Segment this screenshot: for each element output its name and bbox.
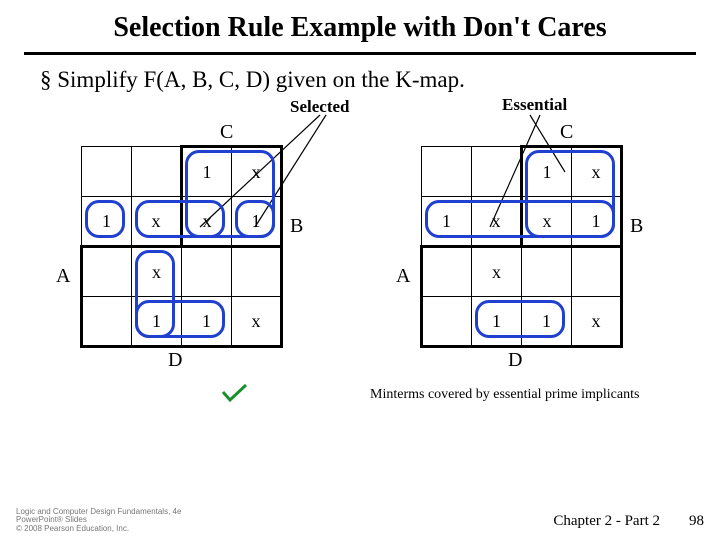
cell-r-2-0 bbox=[422, 247, 472, 297]
var-b-left: B bbox=[290, 215, 303, 238]
loop-left-4 bbox=[85, 200, 125, 238]
cell-r-2-2 bbox=[522, 247, 572, 297]
loop-right-2 bbox=[425, 200, 615, 238]
var-c-right: C bbox=[560, 121, 573, 144]
cell-l-2-0 bbox=[82, 247, 132, 297]
cell-l-2-3 bbox=[232, 247, 282, 297]
loop-right-3 bbox=[475, 300, 565, 338]
loop-left-3 bbox=[235, 200, 275, 238]
loop-left-6 bbox=[135, 300, 225, 338]
var-c-left: C bbox=[220, 121, 233, 144]
kmap-left: 1 x 1 x x 1 x 1 1 x C A B bbox=[80, 145, 280, 345]
footer-credits: Logic and Computer Design Fundamentals, … bbox=[16, 508, 181, 534]
var-d-left: D bbox=[168, 349, 182, 372]
cell-l-2-2 bbox=[182, 247, 232, 297]
cell-r-2-3 bbox=[572, 247, 622, 297]
kmap-right: 1 x 1 x x 1 x 1 1 x C A B bbox=[420, 145, 620, 345]
page-number: 98 bbox=[689, 513, 704, 530]
var-a-right: A bbox=[396, 265, 410, 288]
title-rule bbox=[24, 52, 696, 55]
figure-area: Selected Essential 1 x 1 x x 1 x bbox=[0, 97, 720, 467]
cell-r-0-1 bbox=[472, 147, 522, 197]
cell-l-0-1 bbox=[132, 147, 182, 197]
cell-l-0-0 bbox=[82, 147, 132, 197]
cell-r-2-1: x bbox=[472, 247, 522, 297]
checkmark-icon bbox=[220, 382, 250, 406]
var-d-right: D bbox=[508, 349, 522, 372]
var-a-left: A bbox=[56, 265, 70, 288]
cell-l-3-0 bbox=[82, 297, 132, 347]
cell-r-0-0 bbox=[422, 147, 472, 197]
chapter-label: Chapter 2 - Part 2 bbox=[553, 513, 660, 530]
cell-l-3-3: x bbox=[232, 297, 282, 347]
footer-l3: © 2008 Pearson Education, Inc. bbox=[16, 525, 181, 534]
cell-r-3-0 bbox=[422, 297, 472, 347]
cell-r-3-3: x bbox=[572, 297, 622, 347]
page-title: Selection Rule Example with Don't Cares bbox=[0, 0, 720, 48]
bullet-text: Simplify F(A, B, C, D) given on the K-ma… bbox=[0, 65, 720, 97]
var-b-right: B bbox=[630, 215, 643, 238]
minterms-caption: Minterms covered by essential prime impl… bbox=[370, 387, 639, 403]
